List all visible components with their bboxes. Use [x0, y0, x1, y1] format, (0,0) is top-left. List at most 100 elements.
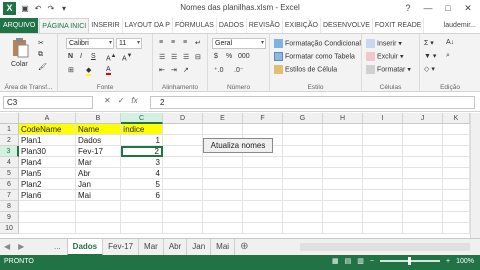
row-header-5[interactable]: 5	[0, 168, 19, 179]
cell-j3[interactable]	[403, 146, 443, 157]
help-icon[interactable]: ?	[398, 1, 418, 16]
cell-f5[interactable]	[243, 168, 283, 179]
cell-c10[interactable]	[121, 223, 163, 234]
cell-e1[interactable]	[203, 124, 243, 135]
cell-h1[interactable]	[323, 124, 363, 135]
cell-j10[interactable]	[403, 223, 443, 234]
cell-h5[interactable]	[323, 168, 363, 179]
cell-b9[interactable]	[76, 212, 121, 223]
sheet-tab-abr[interactable]: Abr	[164, 239, 188, 256]
cell-h7[interactable]	[323, 190, 363, 201]
insert-cells-button[interactable]: Inserir ▾	[366, 39, 402, 48]
conditional-formatting-button[interactable]: Formatação Condicional	[274, 39, 361, 48]
row-header-4[interactable]: 4	[0, 157, 19, 168]
cell-d10[interactable]	[163, 223, 203, 234]
underline-button[interactable]: S	[91, 53, 96, 60]
cell-g4[interactable]	[283, 157, 323, 168]
cell-styles-button[interactable]: Estilos de Célula	[274, 65, 337, 74]
tab-arquivo[interactable]: ARQUIVO	[0, 18, 40, 33]
normal-view-icon[interactable]: ▦	[332, 257, 339, 265]
cell-a7[interactable]: Plan6	[19, 190, 76, 201]
orientation-icon[interactable]: ↗	[183, 66, 189, 74]
cell-a2[interactable]: Plan1	[19, 135, 76, 146]
undo-icon[interactable]: ↶	[33, 3, 43, 14]
cell-b4[interactable]: Mar	[76, 157, 121, 168]
percent-icon[interactable]: %	[226, 53, 232, 60]
number-format-select[interactable]: Geral ▾	[212, 38, 266, 49]
cell-b10[interactable]	[76, 223, 121, 234]
cell-j5[interactable]	[403, 168, 443, 179]
clear-icon[interactable]: ◇ ▾	[424, 65, 435, 73]
cell-j2[interactable]	[403, 135, 443, 146]
zoom-out-icon[interactable]: −	[370, 258, 374, 265]
cell-e5[interactable]	[203, 168, 243, 179]
formula-input[interactable]: 2	[150, 96, 475, 109]
cell-g2[interactable]	[283, 135, 323, 146]
cell-d3[interactable]	[163, 146, 203, 157]
cell-b8[interactable]	[76, 201, 121, 212]
row-header-6[interactable]: 6	[0, 179, 19, 190]
cell-e8[interactable]	[203, 201, 243, 212]
cell-j8[interactable]	[403, 201, 443, 212]
tab-dados[interactable]: DADOS	[217, 18, 247, 33]
cell-a3[interactable]: Plan30	[19, 146, 76, 157]
cell-b2[interactable]: Dados	[76, 135, 121, 146]
cell-c3[interactable]: 2	[121, 146, 163, 157]
cell-h9[interactable]	[323, 212, 363, 223]
horizontal-scrollbar[interactable]	[300, 243, 470, 251]
column-header-b[interactable]: B	[76, 113, 121, 124]
cell-f8[interactable]	[243, 201, 283, 212]
add-sheet-icon[interactable]: ⊕	[235, 239, 253, 256]
cell-k1[interactable]	[443, 124, 470, 135]
cell-b3[interactable]: Fev-17	[76, 146, 121, 157]
cell-g10[interactable]	[283, 223, 323, 234]
cell-d1[interactable]	[163, 124, 203, 135]
cell-d7[interactable]	[163, 190, 203, 201]
tab-desenvolvedor[interactable]: DESENVOLVE	[321, 18, 373, 33]
column-header-a[interactable]: A	[19, 113, 76, 124]
cell-k7[interactable]	[443, 190, 470, 201]
cell-a6[interactable]: Plan2	[19, 179, 76, 190]
cell-c6[interactable]: 5	[121, 179, 163, 190]
cell-b6[interactable]: Jan	[76, 179, 121, 190]
cell-i4[interactable]	[363, 157, 403, 168]
cut-icon[interactable]: ✂	[38, 39, 44, 47]
row-header-2[interactable]: 2	[0, 135, 19, 146]
cell-j6[interactable]	[403, 179, 443, 190]
cell-f4[interactable]	[243, 157, 283, 168]
cell-e6[interactable]	[203, 179, 243, 190]
borders-icon[interactable]: ⊞	[68, 66, 74, 74]
cell-f1[interactable]	[243, 124, 283, 135]
cell-f7[interactable]	[243, 190, 283, 201]
cell-k8[interactable]	[443, 201, 470, 212]
row-header-9[interactable]: 9	[0, 212, 19, 223]
vertical-scrollbar[interactable]	[470, 113, 480, 238]
cell-b7[interactable]: Mai	[76, 190, 121, 201]
cell-a8[interactable]	[19, 201, 76, 212]
cell-f10[interactable]	[243, 223, 283, 234]
enter-icon[interactable]: ✓	[118, 96, 125, 105]
cell-i1[interactable]	[363, 124, 403, 135]
cell-k5[interactable]	[443, 168, 470, 179]
cell-f6[interactable]	[243, 179, 283, 190]
cell-j9[interactable]	[403, 212, 443, 223]
tab-inserir[interactable]: INSERIR	[89, 18, 123, 33]
column-header-d[interactable]: D	[163, 113, 203, 124]
next-sheet-icon[interactable]: ▶	[18, 242, 24, 251]
cell-c9[interactable]	[121, 212, 163, 223]
save-icon[interactable]: ▣	[20, 3, 30, 14]
align-center-icon[interactable]: ☰	[171, 53, 177, 61]
column-header-c[interactable]: C	[121, 113, 163, 124]
cell-d2[interactable]	[163, 135, 203, 146]
cell-h2[interactable]	[323, 135, 363, 146]
copy-icon[interactable]: ⧉	[38, 51, 43, 59]
tab-foxit-reader[interactable]: FOXIT READE	[373, 18, 425, 33]
sheet-tab-fev-17[interactable]: Fev-17	[103, 239, 140, 256]
minimize-icon[interactable]: —	[418, 1, 438, 16]
cell-i5[interactable]	[363, 168, 403, 179]
cell-b5[interactable]: Abr	[76, 168, 121, 179]
format-cells-button[interactable]: Formatar ▾	[366, 65, 411, 74]
cell-g6[interactable]	[283, 179, 323, 190]
fill-icon[interactable]: ▼ ▾	[424, 52, 436, 60]
sort-filter-icon[interactable]: A↓	[446, 39, 454, 46]
